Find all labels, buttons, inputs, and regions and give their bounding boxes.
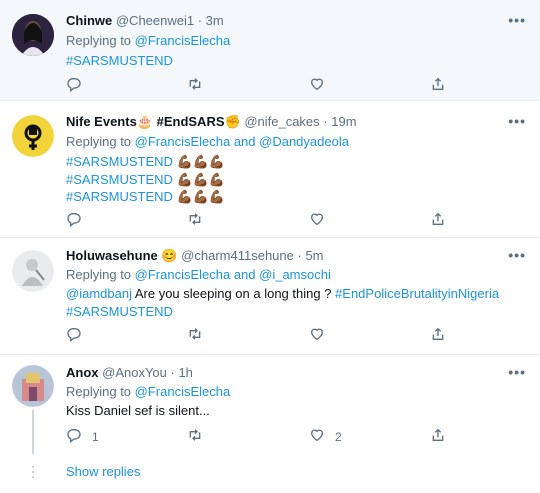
tweet-time[interactable]: · 3m <box>198 13 224 28</box>
mention-link[interactable]: @iamdbanj <box>66 286 132 301</box>
tweet-time[interactable]: · 1h <box>171 365 193 380</box>
tweet-body-text: Are you sleeping on a long thing ? <box>131 286 336 301</box>
retweet-icon <box>187 76 203 95</box>
like-count: 2 <box>335 429 342 444</box>
thread-line <box>32 410 34 454</box>
user-name[interactable]: Anox <box>66 365 99 380</box>
share-icon <box>430 427 446 446</box>
like-button[interactable] <box>309 211 335 230</box>
reply-icon <box>66 76 82 95</box>
share-icon <box>430 76 446 95</box>
retweet-button[interactable] <box>187 76 213 95</box>
like-button[interactable]: 2 <box>309 427 342 446</box>
avatar[interactable] <box>12 365 54 407</box>
tweet[interactable]: Nife Events🎂 #EndSARS✊ @nife_cakes · 19m… <box>0 101 540 238</box>
show-replies-link[interactable]: Show replies <box>66 464 140 479</box>
share-button[interactable] <box>430 326 446 345</box>
retweet-button[interactable] <box>187 427 213 446</box>
reply-button[interactable] <box>66 76 92 95</box>
retweet-icon <box>187 427 203 446</box>
heart-icon <box>309 76 325 95</box>
tweet-text[interactable]: #SARSMUSTEND 💪🏾💪🏾💪🏾 <box>66 153 528 171</box>
avatar[interactable] <box>12 14 54 56</box>
like-button[interactable] <box>309 76 335 95</box>
hashtag-link[interactable]: #EndPoliceBrutalityinNigeria <box>335 286 499 301</box>
user-handle[interactable]: @Cheenwei1 <box>116 13 194 28</box>
user-handle[interactable]: @AnoxYou <box>102 365 167 380</box>
thread-dots <box>32 466 34 481</box>
replying-to-label: Replying to <box>66 267 135 282</box>
replying-to-link[interactable]: @FrancisElecha <box>135 384 231 399</box>
user-name[interactable]: Holuwasehune 😊 <box>66 248 178 263</box>
share-icon <box>430 326 446 345</box>
share-button[interactable] <box>430 211 446 230</box>
reply-icon <box>66 326 82 345</box>
reply-icon <box>66 211 82 230</box>
tweet-time[interactable]: · 5m <box>298 248 324 263</box>
more-icon[interactable]: ••• <box>508 247 526 263</box>
reply-button[interactable] <box>66 326 92 345</box>
hashtag-link[interactable]: #SARSMUSTEND <box>66 303 528 321</box>
share-button[interactable] <box>430 76 446 95</box>
reply-button[interactable]: 1 <box>66 427 99 446</box>
retweet-button[interactable] <box>187 326 213 345</box>
more-icon[interactable]: ••• <box>508 12 526 28</box>
reply-button[interactable] <box>66 211 92 230</box>
like-button[interactable] <box>309 326 335 345</box>
tweet[interactable]: Anox @AnoxYou · 1h Replying to @FrancisE… <box>0 355 540 455</box>
retweet-icon <box>187 211 203 230</box>
tweet-text: @iamdbanj Are you sleeping on a long thi… <box>66 285 528 303</box>
replying-to-label: Replying to <box>66 33 135 48</box>
heart-icon <box>309 211 325 230</box>
tweet-text[interactable]: #SARSMUSTEND 💪🏾💪🏾💪🏾 <box>66 188 528 206</box>
heart-icon <box>309 326 325 345</box>
tweet[interactable]: Holuwasehune 😊 @charm411sehune · 5m Repl… <box>0 238 540 355</box>
tweet-time[interactable]: · 19m <box>323 114 356 129</box>
reply-count: 1 <box>92 429 99 444</box>
user-name[interactable]: Chinwe <box>66 13 112 28</box>
more-icon[interactable]: ••• <box>508 364 526 380</box>
user-handle[interactable]: @charm411sehune <box>181 248 294 263</box>
replying-to-link[interactable]: @FrancisElecha <box>135 33 231 48</box>
replying-to-link[interactable]: @FrancisElecha and @i_amsochi <box>135 267 331 282</box>
more-icon[interactable]: ••• <box>508 113 526 129</box>
tweet-text[interactable]: #SARSMUSTEND 💪🏾💪🏾💪🏾 <box>66 171 528 189</box>
share-icon <box>430 211 446 230</box>
tweet-text[interactable]: #SARSMUSTEND <box>66 52 528 70</box>
replying-to-link[interactable]: @FrancisElecha and @Dandyadeola <box>135 134 349 149</box>
avatar[interactable] <box>12 250 54 292</box>
retweet-icon <box>187 326 203 345</box>
heart-icon <box>309 427 325 446</box>
share-button[interactable] <box>430 427 446 446</box>
tweet[interactable]: Chinwe @Cheenwei1 · 3m Replying to @Fran… <box>0 0 540 101</box>
retweet-button[interactable] <box>187 211 213 230</box>
replying-to-label: Replying to <box>66 384 135 399</box>
replying-to-label: Replying to <box>66 134 135 149</box>
tweet-text: Kiss Daniel sef is silent... <box>66 403 210 418</box>
avatar[interactable] <box>12 115 54 157</box>
reply-icon <box>66 427 82 446</box>
user-name[interactable]: Nife Events🎂 #EndSARS✊ <box>66 114 241 129</box>
user-handle[interactable]: @nife_cakes <box>244 114 319 129</box>
